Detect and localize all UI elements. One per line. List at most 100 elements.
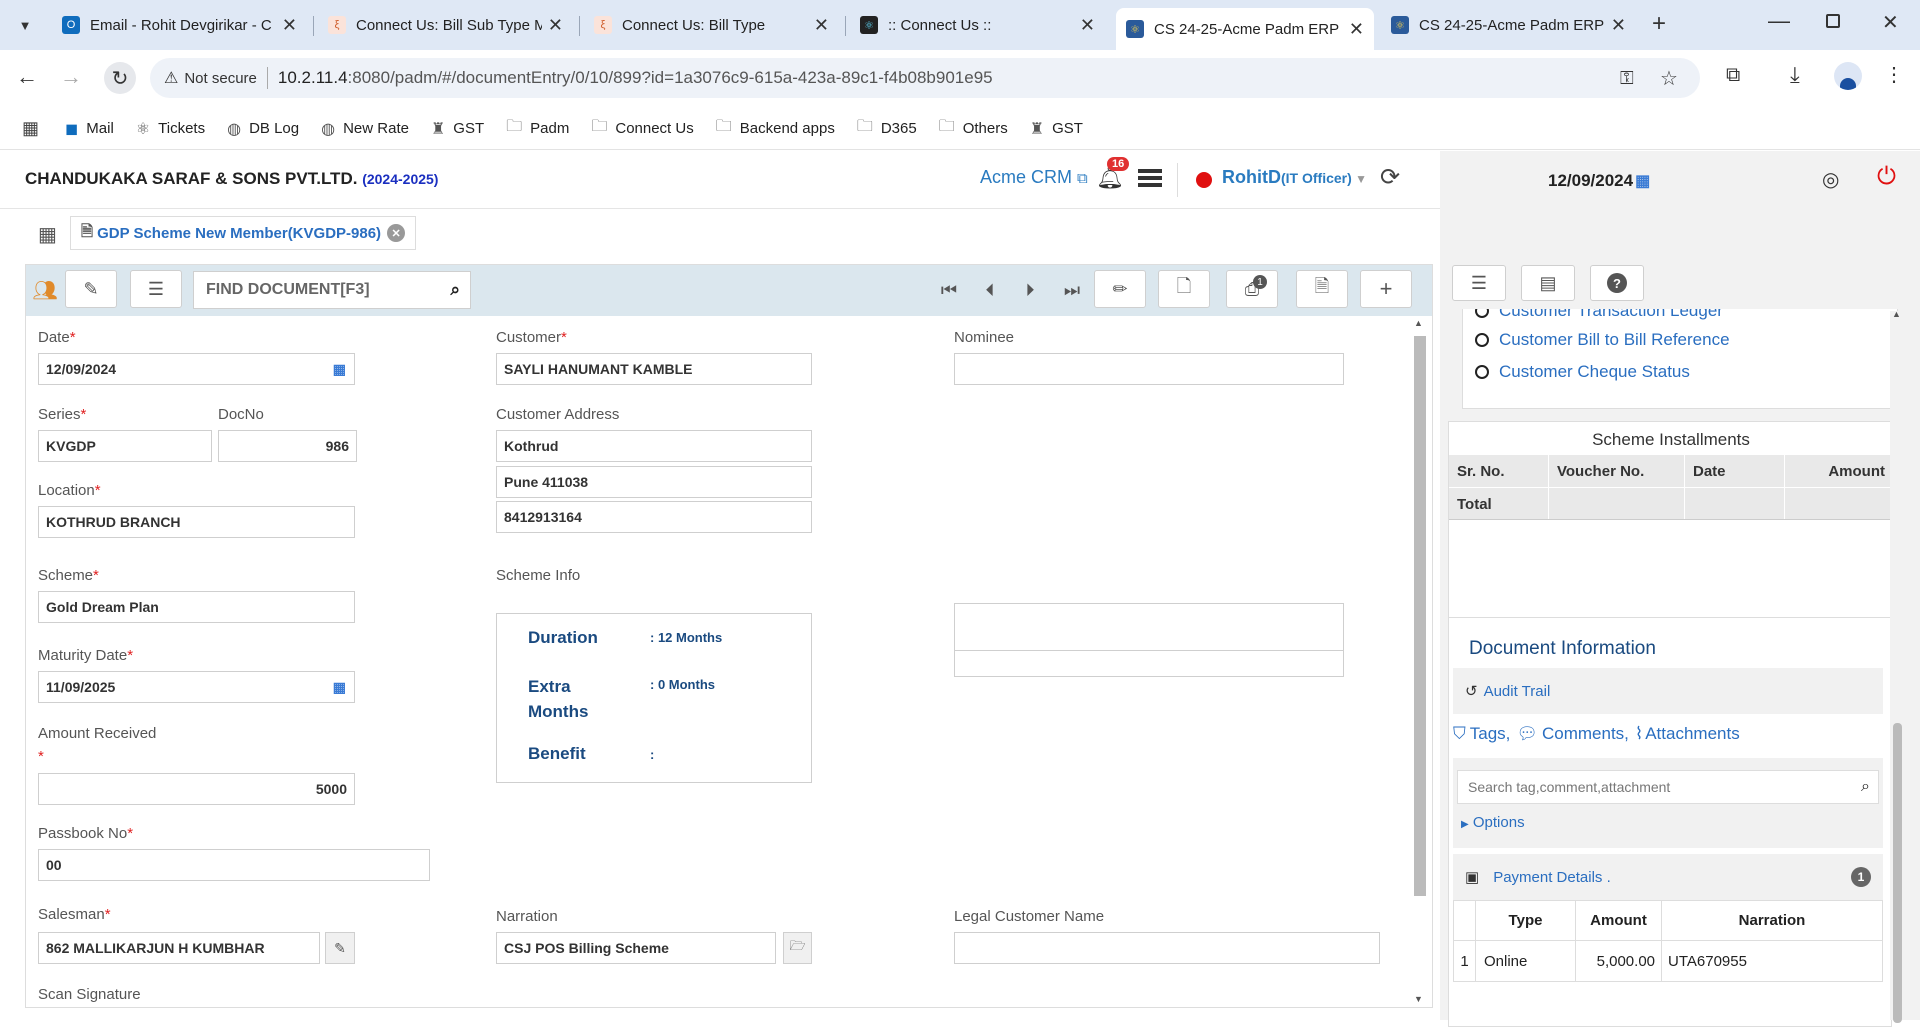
extra-input[interactable] (954, 651, 1344, 677)
bookmark-d365[interactable]: 🗀 D365 (857, 115, 917, 142)
browser-tab-email[interactable]: O Email - Rohit Devgirikar - C ✕ (52, 8, 307, 42)
scheme-input[interactable]: Gold Dream Plan (38, 591, 355, 623)
date-input[interactable]: 12/09/2024 ▦ (38, 353, 355, 385)
payment-row[interactable]: 1 Online 5,000.00 UTA670955 (1454, 941, 1882, 981)
forward-button[interactable]: → (60, 64, 82, 90)
close-icon[interactable]: ✕ (1611, 15, 1626, 36)
search-icon[interactable]: ⌕ (1861, 778, 1870, 796)
comments-link[interactable]: Comments, (1542, 724, 1629, 744)
right-panel-scrollbar[interactable]: ▲ (1890, 309, 1904, 1023)
close-icon[interactable]: ✕ (1349, 19, 1364, 40)
bookmark-new-rate[interactable]: ◍ New Rate (321, 119, 409, 139)
star-icon[interactable]: ☆ (1660, 66, 1678, 91)
bookmark-db-log[interactable]: ◍ DB Log (227, 119, 299, 139)
warning-icon[interactable]: ⚠ (164, 68, 178, 88)
apps-grid-icon[interactable]: ▦ (22, 118, 39, 139)
attachments-link[interactable]: Attachments (1645, 724, 1740, 744)
key-icon[interactable]: ⚿ (1620, 68, 1634, 89)
browser-tab-padm-active[interactable]: ⚛ CS 24-25-Acme Padm ERP ✕ (1116, 8, 1374, 50)
options-toggle[interactable]: ▶ Options (1461, 814, 1525, 831)
bookmark-tickets[interactable]: ⚛ Tickets (136, 119, 205, 139)
power-icon[interactable]: ⏻ (1877, 163, 1896, 191)
legal-customer-name-input[interactable] (954, 932, 1380, 964)
amount-received-input[interactable]: 5000 (38, 773, 355, 805)
server-icon[interactable] (1138, 169, 1162, 187)
report-link-ledger[interactable]: Customer Transaction Ledger (1475, 309, 1723, 321)
browser-tab-padm[interactable]: ⚛ CS 24-25-Acme Padm ERP ✕ (1381, 8, 1636, 42)
location-input[interactable]: KOTHRUD BRANCH (38, 506, 355, 538)
reload-button[interactable]: ↻ (104, 62, 136, 94)
audit-trail-link[interactable]: Audit Trail (1484, 683, 1551, 700)
form-scrollbar[interactable]: ▲ ▼ (1412, 318, 1428, 1004)
add-button[interactable]: + (1360, 270, 1412, 308)
app-menu-grid-icon[interactable]: ▦ (38, 222, 57, 247)
profile-avatar[interactable] (1834, 62, 1862, 90)
list-view-button[interactable]: ☰ (1452, 265, 1506, 301)
url-path[interactable]: :8080/padm/#/documentEntry/0/10/899?id=1… (348, 68, 993, 88)
user-menu[interactable]: RohitD(IT Officer) ▼ (1222, 167, 1367, 188)
bookmark-backend-apps[interactable]: 🗀 Backend apps (716, 115, 835, 142)
menu-kebab-icon[interactable]: ⋮ (1884, 62, 1904, 87)
calendar-icon[interactable]: ▦ (1635, 171, 1650, 191)
bookmark-others[interactable]: 🗀 Others (939, 115, 1008, 142)
bookmark-gst-2[interactable]: ♜ GST (1030, 119, 1083, 139)
document-button[interactable]: 🗎︎ (1296, 270, 1348, 308)
address-line-1[interactable]: Kothrud (496, 430, 812, 462)
close-tab-icon[interactable]: ✕ (387, 224, 406, 242)
prev-record-button[interactable]: ⏴ (975, 270, 1005, 310)
minimize-button[interactable]: — (1768, 8, 1790, 34)
find-document-input[interactable]: FIND DOCUMENT[F3] ⌕ (193, 271, 471, 309)
narration-browse-button[interactable]: 🗁︎ (783, 932, 812, 964)
calendar-icon[interactable]: ▦ (333, 361, 346, 378)
address-line-2[interactable]: Pune 411038 (496, 466, 812, 498)
extra-textarea[interactable] (954, 603, 1344, 651)
book-icon-button[interactable]: ▤ (1521, 265, 1575, 301)
browser-tab-bill-type[interactable]: ξ Connect Us: Bill Type ✕ (584, 8, 839, 42)
browser-tab-bill-sub-type[interactable]: ξ Connect Us: Bill Sub Type M ✕ (318, 8, 573, 42)
first-record-button[interactable]: ⏮ (934, 270, 964, 310)
salesman-input[interactable]: 862 MALLIKARJUN H KUMBHAR (38, 932, 320, 964)
next-record-button[interactable]: ⏵ (1015, 270, 1045, 310)
security-label[interactable]: Not secure (184, 70, 257, 87)
restore-button[interactable] (1826, 14, 1840, 28)
maturity-date-input[interactable]: 11/09/2025 ▦ (38, 671, 355, 703)
search-icon[interactable]: ⌕ (450, 280, 460, 300)
payment-details-link[interactable]: Payment Details . (1493, 869, 1611, 886)
download-icon[interactable]: ⤓ (1790, 62, 1800, 88)
omnibox[interactable]: ⚠ Not secure 10.2.11.4:8080/padm/#/docum… (150, 58, 1700, 98)
eye-slash-icon[interactable]: ◎ (1822, 167, 1839, 192)
narration-input[interactable]: CSJ POS Billing Scheme (496, 932, 776, 964)
tab-search-button[interactable]: ▼ (12, 12, 38, 38)
report-link-cheque-status[interactable]: Customer Cheque Status (1475, 362, 1690, 382)
members-button[interactable]: 👥︎ (30, 270, 60, 310)
close-icon[interactable]: ✕ (814, 15, 829, 36)
tags-link[interactable]: Tags, (1470, 724, 1511, 744)
edit-form-button[interactable]: ✎ (65, 270, 117, 308)
salesman-edit-button[interactable]: ✎ (325, 932, 355, 964)
new-tab-button[interactable]: + (1652, 10, 1666, 38)
passbook-input[interactable]: 00 (38, 849, 430, 881)
url-host[interactable]: 10.2.11.4 (278, 68, 348, 88)
refresh-icon[interactable]: ⟳ (1380, 163, 1400, 192)
close-icon[interactable]: ✕ (282, 15, 297, 36)
last-record-button[interactable]: ⏭ (1057, 270, 1087, 310)
customer-input[interactable]: SAYLI HANUMANT KAMBLE (496, 353, 812, 385)
docno-input[interactable]: 986 (218, 430, 357, 462)
calendar-icon[interactable]: ▦ (333, 679, 346, 696)
nominee-input[interactable] (954, 353, 1344, 385)
list-button[interactable]: ☰ (130, 270, 182, 308)
tag-search-input[interactable]: Search tag,comment,attachment ⌕ (1457, 770, 1879, 804)
browser-tab-connect-us[interactable]: ⚛ :: Connect Us :: ✕ (850, 8, 1105, 42)
bookmark-padm[interactable]: 🗀 Padm (506, 115, 569, 142)
help-button[interactable]: ? (1590, 265, 1644, 301)
bookmark-gst[interactable]: ♜ GST (431, 119, 484, 139)
close-icon[interactable]: ✕ (1080, 15, 1095, 36)
bookmark-connect-us[interactable]: 🗀 Connect Us (591, 115, 693, 142)
close-window-button[interactable]: ✕ (1882, 10, 1899, 35)
print-button[interactable]: ⎙ 1 (1226, 270, 1278, 308)
report-link-bill-reference[interactable]: Customer Bill to Bill Reference (1475, 330, 1730, 350)
pencil-button[interactable]: ✏ (1094, 270, 1146, 308)
doc-tab[interactable]: 🗎︎ GDP Scheme New Member(KVGDP-986) ✕ (70, 216, 417, 250)
back-button[interactable]: ← (16, 64, 38, 90)
extensions-icon[interactable]: ⧉ (1726, 64, 1740, 87)
